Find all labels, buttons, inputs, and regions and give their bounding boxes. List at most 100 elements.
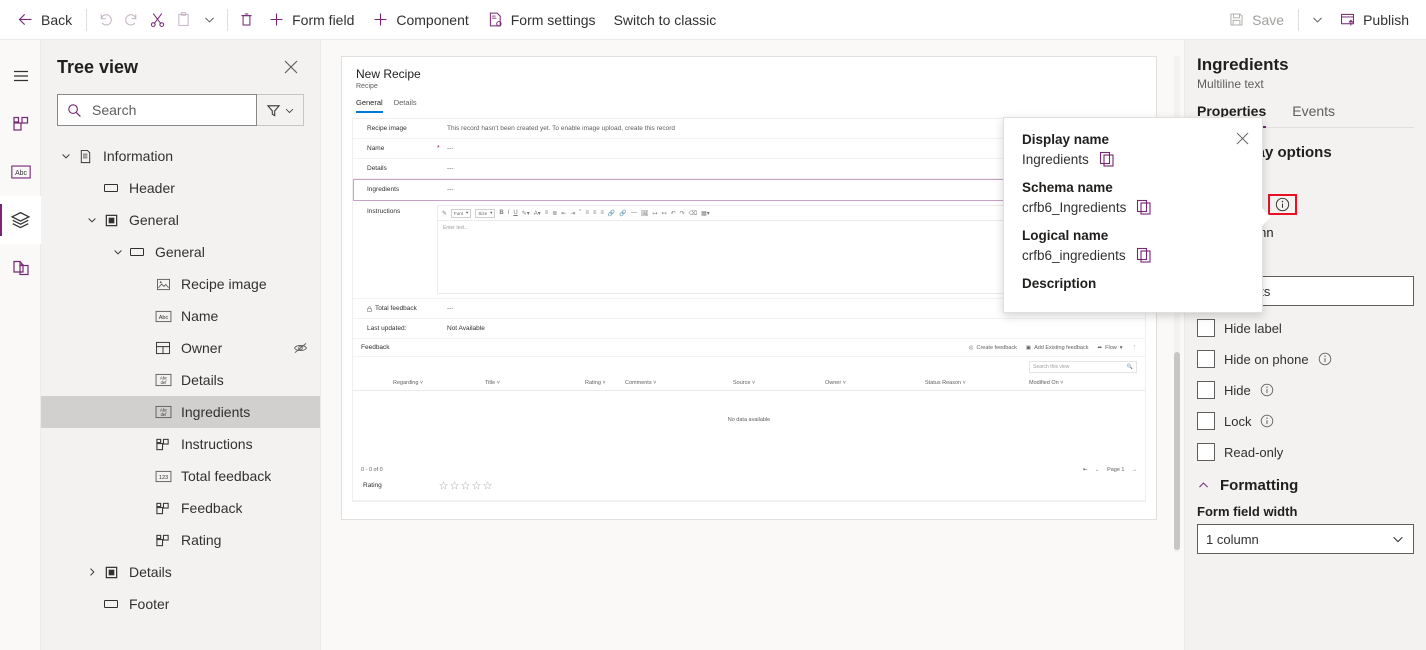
search-box[interactable] — [57, 94, 258, 126]
subgrid-column-header[interactable]: Source ˅ — [733, 380, 825, 386]
first-page-button[interactable]: ⇤ — [1083, 467, 1088, 473]
info-icon[interactable] — [1275, 197, 1290, 212]
next-page-button[interactable]: → — [1132, 467, 1138, 473]
checkbox-lock[interactable]: Lock — [1197, 412, 1414, 430]
column-info-icon-highlight[interactable] — [1268, 194, 1298, 215]
form-field-button[interactable]: Form field — [259, 4, 363, 36]
rating-star[interactable] — [450, 481, 459, 490]
info-icon[interactable] — [1260, 383, 1274, 397]
align-right-icon[interactable]: ≡ — [600, 210, 604, 216]
tree-node-total-feedback[interactable]: 123 Total feedback — [41, 460, 320, 492]
create-feedback-button[interactable]: ◎ Create feedback — [969, 345, 1017, 351]
checkbox-read-only[interactable]: Read-only — [1197, 443, 1414, 461]
rail-item-components[interactable] — [0, 100, 41, 148]
align-center-icon[interactable]: ≡ — [593, 210, 597, 216]
tree-node-instructions[interactable]: Instructions — [41, 428, 320, 460]
checkbox-box[interactable] — [1197, 443, 1215, 461]
italic-icon[interactable]: I — [508, 210, 510, 216]
rail-item-fields[interactable]: Abc — [0, 148, 41, 196]
tree-node-details[interactable]: Abc def Details — [41, 364, 320, 396]
bold-icon[interactable]: B — [499, 210, 503, 216]
checkbox-box[interactable] — [1197, 319, 1215, 337]
tree-node-header[interactable]: Header — [41, 172, 320, 204]
copy-icon[interactable] — [1099, 151, 1115, 167]
info-icon[interactable] — [1318, 352, 1332, 366]
filter-button[interactable] — [257, 94, 304, 126]
highlight-color-icon[interactable]: ✎▾ — [522, 210, 530, 217]
tree-node-details[interactable]: Details — [41, 556, 320, 588]
checkbox-box[interactable] — [1197, 412, 1215, 430]
tree-node-feedback[interactable]: Feedback — [41, 492, 320, 524]
checkbox-hide-on-phone[interactable]: Hide on phone — [1197, 350, 1414, 368]
chevron-right-icon[interactable] — [83, 563, 101, 581]
tab-events[interactable]: Events — [1292, 103, 1335, 127]
increase-indent-icon[interactable]: ⇥ — [570, 210, 575, 217]
tree-node-name[interactable]: Abc Name — [41, 300, 320, 332]
form-row-rating[interactable]: Rating — [353, 475, 1145, 501]
rail-item-related[interactable] — [0, 244, 41, 292]
tree-node-owner[interactable]: Owner — [41, 332, 320, 364]
subgrid-column-header[interactable]: Title ˅ — [485, 380, 585, 386]
clear-format-icon[interactable]: ⌫ — [689, 210, 697, 217]
form-settings-button[interactable]: Form settings — [478, 4, 605, 36]
search-input[interactable] — [90, 101, 248, 119]
paste-button[interactable] — [170, 4, 196, 36]
close-tree-view-button[interactable] — [278, 54, 304, 80]
rtl-icon[interactable]: ↤ — [662, 210, 667, 217]
ltr-icon[interactable]: ↦ — [653, 210, 658, 217]
tree-node-recipe-image[interactable]: Recipe image — [41, 268, 320, 300]
tree-node-general[interactable]: General — [41, 236, 320, 268]
subgrid-column-header[interactable]: Modified On ˅ — [1029, 380, 1063, 386]
tree-node-footer[interactable]: Footer — [41, 588, 320, 620]
delete-button[interactable] — [233, 4, 259, 36]
checkbox-hide[interactable]: Hide — [1197, 381, 1414, 399]
font-family-select[interactable]: Font ▾ — [451, 208, 472, 218]
underline-icon[interactable]: U — [513, 210, 517, 216]
paste-dropdown-button[interactable] — [196, 4, 222, 36]
numbered-list-icon[interactable]: ≣ — [552, 210, 557, 217]
undo-icon[interactable]: ↶ — [671, 210, 676, 217]
undo-button[interactable] — [92, 4, 118, 36]
remove-link-icon[interactable]: 🔗 — [619, 210, 626, 217]
form-tab-details[interactable]: Details — [394, 98, 417, 113]
canvas-scrollbar-thumb[interactable] — [1174, 352, 1180, 550]
rating-stars[interactable] — [439, 481, 492, 490]
blockquote-icon[interactable]: ‟ — [579, 210, 581, 216]
redo-button[interactable] — [118, 4, 144, 36]
add-existing-feedback-button[interactable]: ▣ Add Existing feedback — [1026, 345, 1089, 351]
back-button[interactable]: Back — [8, 4, 81, 36]
rating-star[interactable] — [483, 481, 492, 490]
checkbox-hide-label[interactable]: Hide label — [1197, 319, 1414, 337]
rail-item-tree-view[interactable] — [0, 196, 41, 244]
font-size-select[interactable]: Size ▾ — [475, 208, 496, 218]
copy-icon[interactable] — [1136, 247, 1152, 263]
bulleted-list-icon[interactable]: ≡ — [545, 210, 549, 216]
chevron-down-icon[interactable] — [109, 243, 127, 261]
subgrid-column-header[interactable]: Rating ˅ — [585, 380, 625, 386]
copy-icon[interactable] — [1136, 199, 1152, 215]
section-formatting[interactable]: Formatting — [1197, 477, 1414, 494]
checkbox-box[interactable] — [1197, 350, 1215, 368]
insert-table-icon[interactable]: ▦▾ — [701, 210, 710, 217]
flow-button[interactable]: ➦ Flow ▾ — [1098, 345, 1123, 351]
rail-item-hamburger[interactable] — [0, 52, 41, 100]
align-left-icon[interactable]: ≡ — [585, 210, 589, 216]
form-field-width-select[interactable]: 1 column — [1197, 524, 1414, 554]
info-icon[interactable] — [1260, 414, 1274, 428]
save-dropdown-button[interactable] — [1304, 4, 1330, 36]
tree-node-ingredients[interactable]: Abc def Ingredients — [41, 396, 320, 428]
rating-star[interactable] — [461, 481, 470, 490]
subgrid-search-box[interactable]: Search this view 🔍 — [1029, 361, 1137, 373]
publish-button[interactable]: Publish — [1330, 4, 1418, 36]
rating-star[interactable] — [472, 481, 481, 490]
rating-star[interactable] — [439, 481, 448, 490]
subgrid-overflow-button[interactable]: ⋮ — [1132, 345, 1138, 351]
switch-to-classic-button[interactable]: Switch to classic — [605, 4, 726, 36]
component-button[interactable]: Component — [363, 4, 477, 36]
chevron-down-icon[interactable] — [57, 147, 75, 165]
form-row-last-updated[interactable]: Last updated: Not Available — [353, 319, 1145, 339]
insert-image-icon[interactable]: 🖼 — [641, 210, 649, 217]
save-button[interactable]: Save — [1219, 4, 1293, 36]
insert-link-icon[interactable]: 🔗 — [608, 210, 615, 217]
redo-icon[interactable]: ↷ — [680, 210, 685, 217]
